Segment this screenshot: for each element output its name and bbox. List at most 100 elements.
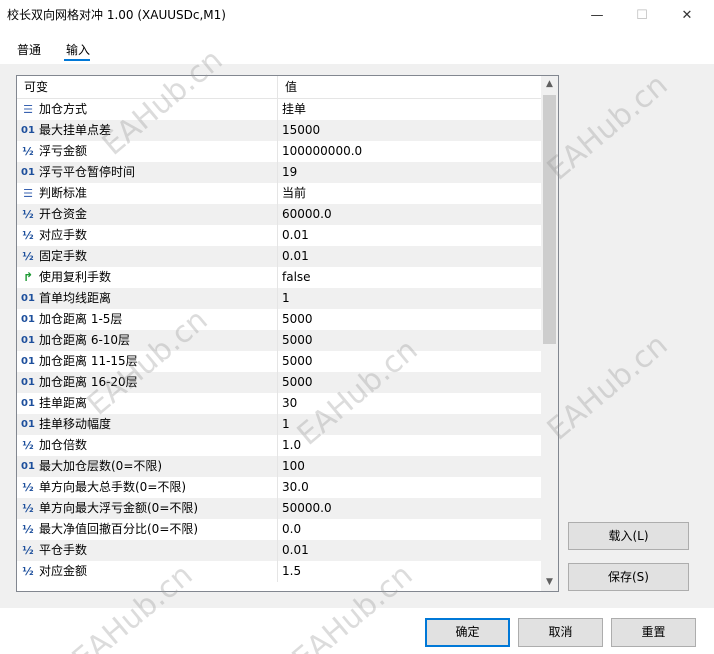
table-row[interactable]: ½ 浮亏金额 100000000.0 bbox=[17, 141, 541, 162]
table-row[interactable]: ½ 单方向最大总手数(0=不限) 30.0 bbox=[17, 477, 541, 498]
parameter-name: 判断标准 bbox=[39, 186, 88, 200]
parameter-name-cell: 01 挂单移动幅度 bbox=[17, 414, 278, 435]
parameter-value[interactable]: 30 bbox=[282, 393, 537, 414]
save-button[interactable]: 保存(S) bbox=[568, 563, 689, 591]
parameter-value[interactable]: 0.0 bbox=[282, 519, 537, 540]
table-row[interactable]: ☰ 判断标准 当前 bbox=[17, 183, 541, 204]
parameter-value[interactable]: 挂单 bbox=[282, 99, 537, 120]
parameter-value[interactable]: 1.5 bbox=[282, 561, 537, 582]
parameter-value[interactable]: 5000 bbox=[282, 351, 537, 372]
table-body: ☰ 加仓方式 挂单 01 最大挂单点差 15000 ½ 浮亏金额 100000000.0 01 浮亏… bbox=[17, 99, 541, 582]
parameter-value[interactable]: 5000 bbox=[282, 309, 537, 330]
table-row[interactable]: 01 挂单距离 30 bbox=[17, 393, 541, 414]
parameter-name: 最大加仓层数(0=不限) bbox=[39, 459, 163, 473]
table-row[interactable]: ½ 对应手数 0.01 bbox=[17, 225, 541, 246]
int-icon: 01 bbox=[21, 398, 35, 409]
table-row[interactable]: ½ 固定手数 0.01 bbox=[17, 246, 541, 267]
parameter-value[interactable]: 1 bbox=[282, 288, 537, 309]
table-row[interactable]: 01 最大加仓层数(0=不限) 100 bbox=[17, 456, 541, 477]
parameter-value[interactable]: 100 bbox=[282, 456, 537, 477]
table-row[interactable]: 01 首单均线距离 1 bbox=[17, 288, 541, 309]
table-row[interactable]: 01 加仓距离 11-15层 5000 bbox=[17, 351, 541, 372]
minimize-button[interactable]: — bbox=[574, 0, 620, 30]
parameter-value[interactable]: 0.01 bbox=[282, 225, 537, 246]
table-row[interactable]: 01 浮亏平仓暂停时间 19 bbox=[17, 162, 541, 183]
parameter-value[interactable]: 19 bbox=[282, 162, 537, 183]
vertical-scrollbar[interactable]: ▲ ▼ bbox=[541, 76, 558, 591]
table-row[interactable]: ½ 最大净值回撤百分比(0=不限) 0.0 bbox=[17, 519, 541, 540]
parameter-name: 单方向最大浮亏金额(0=不限) bbox=[39, 501, 199, 515]
parameter-name-cell: ☰ 判断标准 bbox=[17, 183, 278, 204]
title-bar: 校长双向网格对冲 1.00 (XAUUSDc,M1) — ☐ ✕ bbox=[0, 0, 714, 30]
parameter-name: 对应金额 bbox=[39, 564, 88, 578]
table-row[interactable]: 01 挂单移动幅度 1 bbox=[17, 414, 541, 435]
close-button[interactable]: ✕ bbox=[664, 0, 710, 30]
parameter-name: 挂单移动幅度 bbox=[39, 417, 112, 431]
int-icon: 01 bbox=[21, 356, 35, 367]
table-row[interactable]: ☰ 加仓方式 挂单 bbox=[17, 99, 541, 120]
parameter-name-cell: 01 最大加仓层数(0=不限) bbox=[17, 456, 278, 477]
parameter-name: 加仓距离 6-10层 bbox=[39, 333, 131, 347]
parameter-name-cell: 01 加仓距离 1-5层 bbox=[17, 309, 278, 330]
tab-general[interactable]: 普通 bbox=[17, 41, 41, 58]
table-row[interactable]: 01 最大挂单点差 15000 bbox=[17, 120, 541, 141]
parameter-name-cell: ½ 浮亏金额 bbox=[17, 141, 278, 162]
parameter-name: 使用复利手数 bbox=[39, 270, 112, 284]
table-row[interactable]: 01 加仓距离 1-5层 5000 bbox=[17, 309, 541, 330]
double-icon: ½ bbox=[22, 565, 34, 578]
parameter-name-cell: 01 加仓距离 11-15层 bbox=[17, 351, 278, 372]
scroll-up-arrow-icon[interactable]: ▲ bbox=[541, 76, 558, 93]
table-header: 可变 值 bbox=[17, 76, 541, 99]
active-tab-indicator bbox=[64, 59, 90, 61]
int-icon: 01 bbox=[21, 377, 35, 388]
parameter-value[interactable]: 30.0 bbox=[282, 477, 537, 498]
parameter-name: 加仓距离 1-5层 bbox=[39, 312, 123, 326]
parameter-value[interactable]: 15000 bbox=[282, 120, 537, 141]
parameter-name-cell: 01 首单均线距离 bbox=[17, 288, 278, 309]
parameter-value[interactable]: 50000.0 bbox=[282, 498, 537, 519]
parameter-value[interactable]: 0.01 bbox=[282, 246, 537, 267]
parameter-name: 浮亏平仓暂停时间 bbox=[39, 165, 136, 179]
scroll-down-arrow-icon[interactable]: ▼ bbox=[541, 574, 558, 591]
table-row[interactable]: ½ 对应金额 1.5 bbox=[17, 561, 541, 582]
parameter-name-cell: ½ 最大净值回撤百分比(0=不限) bbox=[17, 519, 278, 540]
table-row[interactable]: ↱ 使用复利手数 false bbox=[17, 267, 541, 288]
double-icon: ½ bbox=[22, 481, 34, 494]
parameter-name-cell: ½ 单方向最大浮亏金额(0=不限) bbox=[17, 498, 278, 519]
parameter-value[interactable]: 1 bbox=[282, 414, 537, 435]
maximize-button[interactable]: ☐ bbox=[619, 0, 665, 30]
parameter-value[interactable]: 60000.0 bbox=[282, 204, 537, 225]
load-button[interactable]: 载入(L) bbox=[568, 522, 689, 550]
int-icon: 01 bbox=[21, 293, 35, 304]
column-header-variable[interactable]: 可变 bbox=[17, 76, 278, 99]
parameter-value[interactable]: 1.0 bbox=[282, 435, 537, 456]
table-row[interactable]: 01 加仓距离 6-10层 5000 bbox=[17, 330, 541, 351]
tab-inputs[interactable]: 输入 bbox=[66, 41, 90, 58]
int-icon: 01 bbox=[21, 419, 35, 430]
parameter-name-cell: ☰ 加仓方式 bbox=[17, 99, 278, 120]
int-icon: 01 bbox=[21, 461, 35, 472]
column-header-value[interactable]: 值 bbox=[278, 76, 541, 99]
table-row[interactable]: ½ 平仓手数 0.01 bbox=[17, 540, 541, 561]
ok-button[interactable]: 确定 bbox=[425, 618, 510, 647]
table-row[interactable]: 01 加仓距离 16-20层 5000 bbox=[17, 372, 541, 393]
parameter-value[interactable]: 当前 bbox=[282, 183, 537, 204]
parameter-name: 开仓资金 bbox=[39, 207, 88, 221]
parameter-name: 加仓倍数 bbox=[39, 438, 88, 452]
scrollbar-thumb[interactable] bbox=[543, 95, 556, 344]
int-icon: 01 bbox=[21, 167, 35, 178]
parameter-name: 加仓方式 bbox=[39, 102, 88, 116]
parameter-name-cell: 01 挂单距离 bbox=[17, 393, 278, 414]
parameter-name: 加仓距离 11-15层 bbox=[39, 354, 138, 368]
table-row[interactable]: ½ 加仓倍数 1.0 bbox=[17, 435, 541, 456]
parameter-value[interactable]: 0.01 bbox=[282, 540, 537, 561]
reset-button[interactable]: 重置 bbox=[611, 618, 696, 647]
table-row[interactable]: ½ 单方向最大浮亏金额(0=不限) 50000.0 bbox=[17, 498, 541, 519]
parameter-value[interactable]: 5000 bbox=[282, 330, 537, 351]
parameter-value[interactable]: 100000000.0 bbox=[282, 141, 537, 162]
table-row[interactable]: ½ 开仓资金 60000.0 bbox=[17, 204, 541, 225]
cancel-button[interactable]: 取消 bbox=[518, 618, 603, 647]
double-icon: ½ bbox=[22, 544, 34, 557]
parameter-value[interactable]: false bbox=[282, 267, 537, 288]
parameter-value[interactable]: 5000 bbox=[282, 372, 537, 393]
